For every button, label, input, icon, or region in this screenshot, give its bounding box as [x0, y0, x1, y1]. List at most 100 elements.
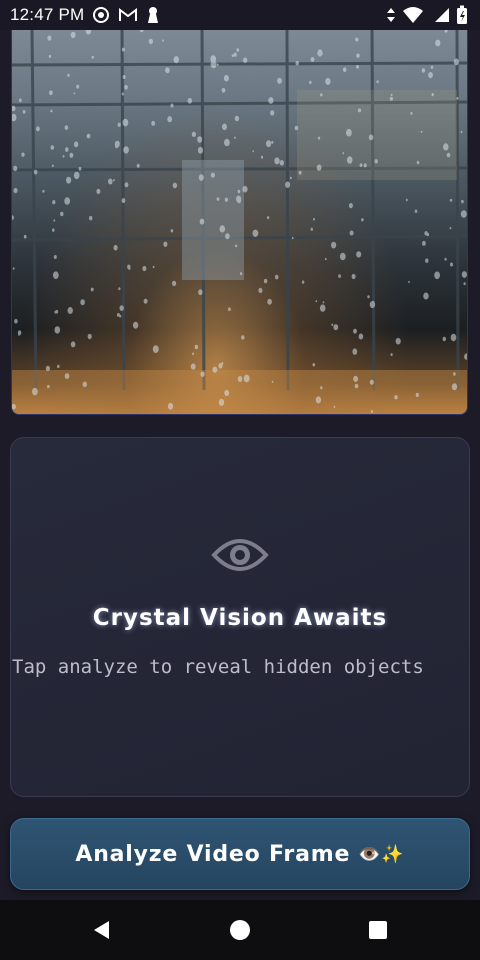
raindrop: [463, 282, 466, 286]
raindrop: [13, 187, 18, 194]
raindrop: [76, 84, 80, 89]
raindrop: [268, 97, 274, 104]
back-button[interactable]: [88, 916, 116, 944]
raindrop: [310, 57, 315, 62]
raindrop: [73, 141, 79, 148]
raindrop: [279, 160, 284, 166]
raindrop: [234, 136, 236, 139]
raindrop: [320, 386, 323, 390]
raindrop: [210, 172, 215, 178]
raindrop: [122, 118, 129, 127]
raindrop: [270, 110, 275, 116]
raindrop: [324, 257, 327, 261]
raindrop: [96, 188, 101, 194]
raindrop: [252, 229, 259, 237]
raindrop: [325, 77, 331, 85]
raindrop: [353, 375, 358, 382]
raindrop: [390, 353, 393, 357]
raindrop: [52, 271, 59, 279]
raindrop: [12, 215, 14, 220]
analyze-video-frame-button[interactable]: Analyze Video Frame 👁️✨: [10, 818, 470, 890]
raindrop: [354, 383, 359, 389]
raindrop: [414, 209, 418, 213]
raindrop: [395, 337, 401, 345]
video-frame-image: [12, 30, 467, 414]
recents-button[interactable]: [364, 916, 392, 944]
signal-icon: [430, 7, 450, 23]
analyze-button-label: Analyze Video Frame: [75, 841, 351, 867]
raindrop: [194, 344, 199, 350]
home-button[interactable]: [226, 916, 254, 944]
video-preview[interactable]: [11, 30, 468, 415]
status-time: 12:47 PM: [10, 5, 85, 24]
raindrop: [70, 31, 76, 39]
raindrop: [369, 379, 374, 385]
raindrop: [271, 140, 274, 144]
raindrop: [200, 371, 205, 377]
raindrop: [430, 65, 434, 69]
raindrop: [219, 225, 226, 233]
raindrop: [234, 115, 240, 122]
raindrop: [435, 39, 441, 47]
raindrop: [428, 72, 433, 79]
raindrop: [301, 280, 305, 284]
raindrop: [285, 181, 291, 188]
card-subtitle: Tap analyze to reveal hidden objects: [12, 656, 424, 678]
raindrop: [349, 230, 354, 236]
raindrop: [339, 252, 346, 261]
raindrop: [231, 54, 234, 57]
raindrop: [289, 176, 292, 180]
recents-icon: [369, 921, 387, 939]
raindrop: [333, 405, 336, 408]
raindrop: [52, 228, 55, 232]
raindrop: [420, 130, 423, 133]
raindrop: [444, 257, 447, 261]
raindrop: [367, 295, 370, 299]
raindrop: [233, 52, 237, 57]
wifi-icon: [402, 6, 424, 24]
raindrop: [85, 30, 92, 35]
raindrop: [190, 363, 196, 370]
raindrop: [86, 133, 91, 139]
raindrop: [64, 197, 71, 205]
raindrop: [389, 96, 393, 101]
raindrop: [390, 93, 393, 96]
raindrop: [113, 244, 118, 251]
raindrop: [275, 274, 279, 280]
raindrop: [346, 156, 353, 164]
raindrop: [87, 333, 92, 340]
raindrop: [346, 128, 352, 137]
raindrop: [358, 333, 364, 340]
raindrop: [453, 372, 456, 376]
raindrop: [173, 56, 179, 64]
raindrop: [14, 318, 18, 324]
raindrop: [212, 366, 218, 373]
raindrop: [60, 211, 64, 217]
raindrop: [78, 166, 82, 171]
raindrop: [361, 218, 364, 222]
status-right: [386, 5, 468, 25]
raindrop: [342, 152, 345, 155]
raindrop: [453, 58, 459, 66]
raindrop: [122, 75, 126, 79]
raindrop: [167, 402, 174, 410]
eye-icon: [211, 533, 269, 577]
raindrop: [331, 323, 334, 327]
raindrop: [237, 198, 242, 204]
battery-icon: [456, 5, 468, 25]
raindrop: [57, 364, 60, 369]
raindrop: [70, 341, 76, 348]
gmail-icon: [118, 7, 138, 23]
raindrop: [356, 65, 360, 69]
raindrop: [198, 174, 204, 181]
raindrop: [172, 182, 178, 189]
raindrop: [47, 384, 50, 389]
raindrop: [12, 267, 15, 270]
raindrop: [461, 271, 467, 278]
raindrop: [136, 163, 140, 168]
raindrop: [216, 197, 220, 201]
raindrop: [67, 307, 73, 314]
raindrop: [151, 120, 156, 126]
raindrop: [415, 392, 419, 398]
raindrop: [73, 171, 80, 180]
